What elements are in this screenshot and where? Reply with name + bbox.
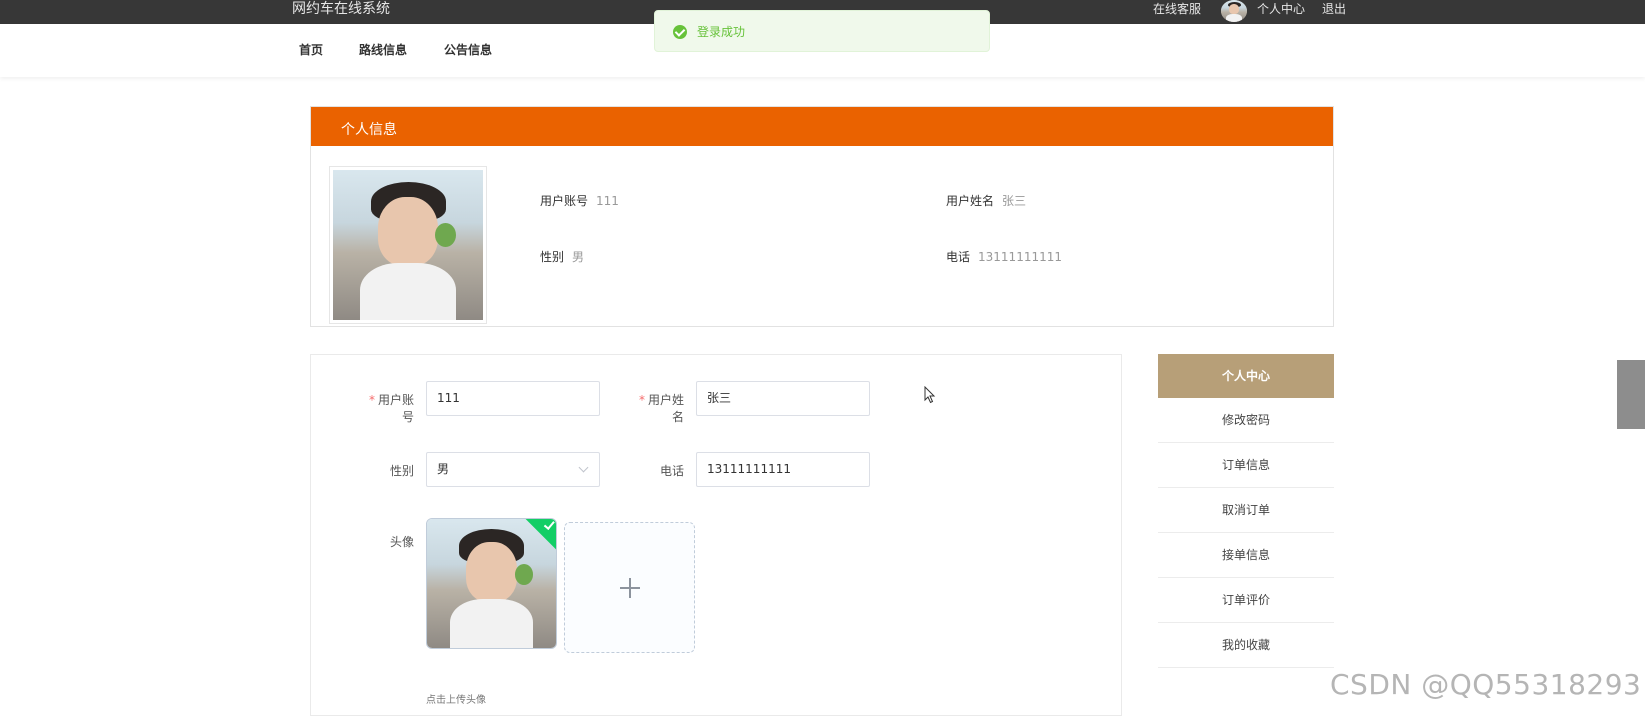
side-item-orders[interactable]: 订单信息 xyxy=(1158,443,1334,488)
side-item-order-review[interactable]: 订单评价 xyxy=(1158,578,1334,623)
user-avatar[interactable] xyxy=(1221,0,1247,22)
account-label: * 用户账号 xyxy=(368,393,414,424)
info-name-value: 张三 xyxy=(1002,194,1027,208)
personal-info-header: 个人信息 xyxy=(311,107,1333,146)
user-center-link[interactable]: 个人中心 xyxy=(1257,0,1305,18)
site-title: 网约车在线系统 xyxy=(292,1,390,17)
nav-item-notices[interactable]: 公告信息 xyxy=(444,41,492,58)
name-input[interactable]: 张三 xyxy=(696,381,870,416)
chevron-down-icon xyxy=(578,462,589,473)
side-item-accepted-orders[interactable]: 接单信息 xyxy=(1158,533,1334,578)
user-center-menu: 个人中心 修改密码 订单信息 取消订单 接单信息 订单评价 我的收藏 xyxy=(1158,354,1334,668)
logout-link[interactable]: 退出 xyxy=(1322,0,1346,18)
gender-select[interactable]: 男 xyxy=(426,452,600,487)
name-label: * 用户姓名 xyxy=(638,393,684,424)
mouse-cursor-icon xyxy=(924,386,936,404)
info-account: 用户账号 111 xyxy=(540,192,619,209)
watermark-text: CSDN @QQ55318293 xyxy=(1330,668,1642,701)
success-check-icon xyxy=(673,25,687,39)
info-gender: 性别男 xyxy=(540,248,584,265)
profile-photo xyxy=(329,166,487,324)
info-name-label: 用户姓名 xyxy=(946,194,995,208)
side-menu-header[interactable]: 个人中心 xyxy=(1158,354,1334,398)
success-toast: 登录成功 xyxy=(654,10,990,52)
personal-info-title: 个人信息 xyxy=(341,122,397,138)
info-gender-value: 男 xyxy=(572,250,585,264)
profile-photo-image xyxy=(333,170,483,320)
info-account-label: 用户账号 xyxy=(540,194,589,208)
floating-side-tab[interactable] xyxy=(1617,360,1645,429)
gender-label: 性别 xyxy=(389,464,414,478)
toast-message: 登录成功 xyxy=(697,25,746,39)
info-gender-label: 性别 xyxy=(540,250,565,264)
account-input[interactable]: 111 xyxy=(426,381,600,416)
nav-item-routes[interactable]: 路线信息 xyxy=(359,41,407,58)
online-service-link[interactable]: 在线客服 xyxy=(1153,0,1201,18)
profile-edit-form: * 用户账号 111 * 用户姓名 张三 性别 男 电话 13111111111 头… xyxy=(310,354,1122,716)
info-name: 用户姓名 张三 xyxy=(946,192,1026,209)
info-account-value: 111 xyxy=(596,194,619,208)
personal-info-card: 个人信息 用户账号 111 用户姓名 张三 性别男 电话 13111111111 xyxy=(310,106,1334,327)
gender-select-value: 男 xyxy=(437,462,450,476)
avatar-photo xyxy=(1221,0,1247,22)
uploaded-avatar-image xyxy=(427,519,556,648)
side-item-favorites[interactable]: 我的收藏 xyxy=(1158,623,1334,668)
side-item-cancel-order[interactable]: 取消订单 xyxy=(1158,488,1334,533)
info-phone-value: 13111111111 xyxy=(978,250,1062,264)
avatar-label: 头像 xyxy=(389,535,414,549)
phone-input[interactable]: 13111111111 xyxy=(696,452,870,487)
upload-tip: 点击上传头像 xyxy=(426,695,486,706)
info-phone: 电话 13111111111 xyxy=(946,248,1062,265)
nav-item-home[interactable]: 首页 xyxy=(299,41,323,58)
avatar-upload-button[interactable] xyxy=(564,522,695,653)
info-phone-label: 电话 xyxy=(946,250,971,264)
phone-label: 电话 xyxy=(659,464,684,478)
side-item-change-password[interactable]: 修改密码 xyxy=(1158,398,1334,443)
uploaded-avatar-thumb[interactable] xyxy=(426,518,557,649)
